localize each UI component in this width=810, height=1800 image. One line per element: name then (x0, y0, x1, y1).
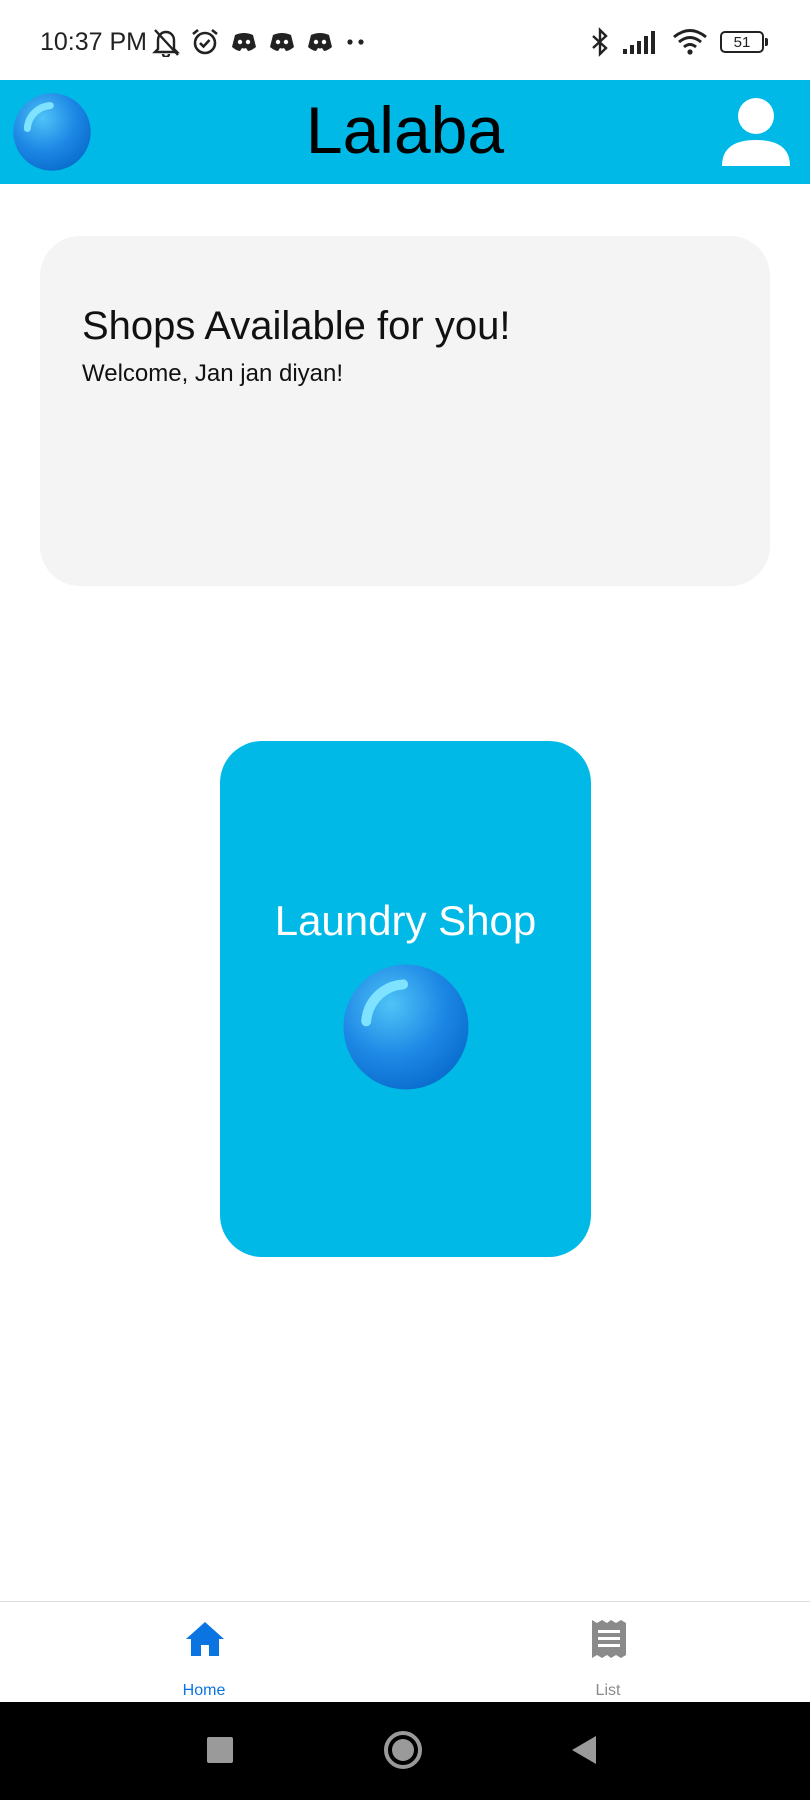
recent-apps-button[interactable] (192, 1722, 248, 1778)
app-header: Lalaba (0, 80, 810, 184)
battery-icon: 51 (720, 31, 768, 53)
status-icons-right: 51 (590, 24, 768, 60)
nav-item-home[interactable]: Home (104, 1602, 304, 1702)
bottom-nav: Home List (0, 1601, 810, 1702)
discord-icon (232, 33, 256, 51)
user-icon[interactable] (718, 94, 794, 170)
discord-icon (270, 33, 294, 51)
alarm-icon (192, 28, 218, 55)
app-screen: 10:37 PM 51 Lalaba Shops Available for y… (0, 0, 810, 1800)
system-home-button[interactable] (375, 1722, 431, 1778)
back-button[interactable] (556, 1722, 612, 1778)
nav-label-list: List (595, 1682, 621, 1699)
list-icon (592, 1620, 626, 1658)
home-circle-icon (384, 1731, 422, 1769)
bluetooth-icon (592, 27, 608, 57)
home-icon (186, 1622, 224, 1656)
battery-level: 51 (733, 33, 751, 51)
status-icons-left (152, 24, 368, 60)
system-nav-bar (0, 1702, 810, 1800)
discord-icon (308, 33, 332, 51)
status-time: 10:37 PM (40, 28, 148, 56)
welcome-title: Shops Available for you! (82, 304, 511, 348)
welcome-card: Shops Available for you! Welcome, Jan ja… (40, 236, 770, 586)
more-dots-icon (347, 39, 364, 45)
nav-item-list[interactable]: List (508, 1602, 708, 1702)
shop-name: Laundry Shop (274, 897, 537, 944)
nav-label-home: Home (182, 1682, 226, 1699)
recent-apps-icon (207, 1737, 233, 1763)
app-title: Lalaba (305, 93, 505, 167)
shop-card[interactable]: Laundry Shop (220, 741, 591, 1257)
welcome-subtitle: Welcome, Jan jan diyan! (82, 360, 344, 387)
bubble-logo-icon (343, 964, 469, 1090)
bell-off-icon (152, 29, 180, 57)
wifi-icon (673, 29, 707, 55)
back-icon (572, 1736, 596, 1764)
signal-icon (623, 31, 655, 54)
status-bar: 10:37 PM 51 (0, 0, 810, 80)
